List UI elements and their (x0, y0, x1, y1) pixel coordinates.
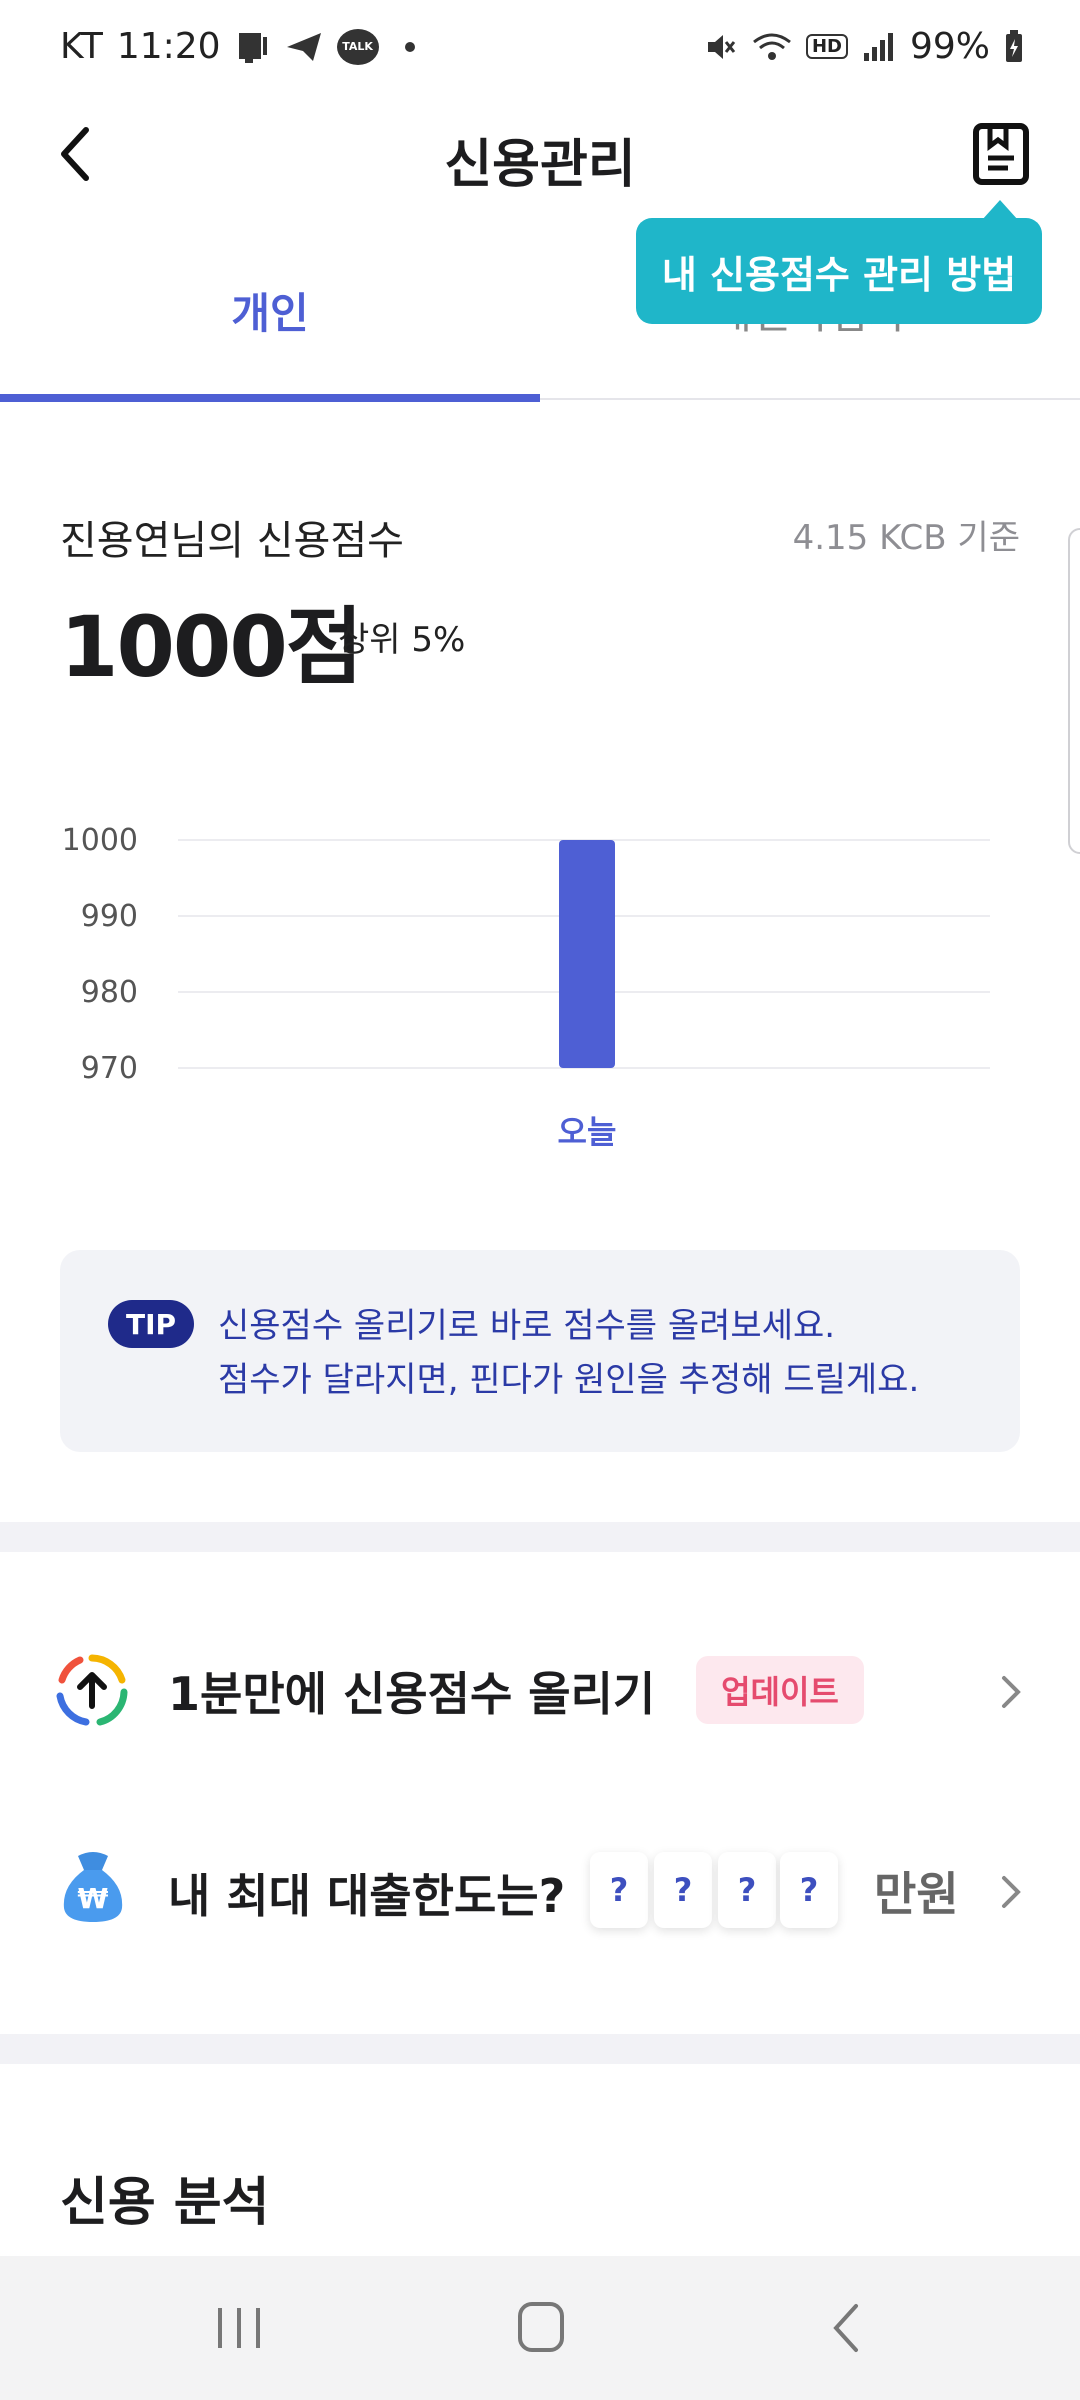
credit-analysis-title: 신용 분석 (60, 2173, 270, 2233)
update-badge: 업데이트 (696, 1656, 864, 1724)
loan-limit-label: 내 최대 대출한도는? (168, 1869, 566, 1923)
tooltip-tail (982, 200, 1018, 220)
signal-icon (862, 31, 896, 63)
section-separator (0, 1522, 1080, 1552)
arrow-up-circle-icon (56, 1654, 128, 1726)
talk-badge-label: TALK (342, 40, 373, 53)
status-right: HD 99% (704, 26, 1024, 67)
page-title: 신용관리 (444, 135, 636, 195)
clock: 11:20 (116, 26, 221, 67)
send-icon (285, 29, 323, 65)
status-left: KT 11:20 TALK (60, 26, 415, 67)
y-tick-label: 980 (81, 975, 138, 1010)
hd-badge-label: HD (811, 36, 842, 57)
guide-button[interactable] (970, 120, 1034, 190)
section-separator (0, 2034, 1080, 2064)
x-tick-label: 오늘 (558, 1113, 617, 1151)
document-icon (973, 123, 1029, 185)
more-dot-icon (404, 41, 415, 52)
svg-text:₩: ₩ (78, 1882, 109, 1915)
score-chart: 1000 990 980 970 오늘 (62, 823, 990, 1151)
guide-tooltip[interactable]: 내 신용점수 관리 방법 (636, 218, 1042, 324)
tip-box (60, 1250, 1020, 1452)
status-bar: KT 11:20 TALK HD 99% (0, 0, 1080, 100)
hidden-digit: ? (590, 1852, 648, 1928)
battery-icon (1004, 29, 1024, 64)
score-basis: 4.15 KCB 기준 (792, 518, 1020, 558)
system-navbar (0, 2256, 1080, 2400)
recent-apps-icon[interactable] (214, 2304, 264, 2352)
score-rank: 상위 5% (338, 620, 466, 660)
hd-icon: HD (805, 34, 848, 59)
tip-line-1: 신용점수 올리기로 바로 점수를 올려보세요. (218, 1306, 836, 1346)
carrier-label: KT (60, 26, 103, 67)
chevron-right-icon (1002, 1876, 1021, 1908)
wifi-icon (752, 30, 792, 64)
battery-percent: 99% (909, 26, 990, 67)
tab-indicator (0, 394, 540, 402)
y-tick-label: 1000 (62, 823, 138, 858)
hidden-digit: ? (718, 1852, 776, 1928)
y-tick-label: 970 (81, 1051, 138, 1086)
loan-unit: 만원 (874, 1867, 959, 1921)
chevron-right-icon (1002, 1676, 1021, 1708)
nav-back-icon[interactable] (826, 2302, 866, 2354)
tab-personal[interactable]: 개인 (0, 280, 540, 341)
kakaotalk-icon: TALK (336, 28, 379, 65)
score-label: 진용연님의 신용점수 (60, 518, 404, 564)
tip-badge: TIP (108, 1300, 194, 1348)
chart-bar (559, 840, 615, 1068)
notification-phone-icon (235, 29, 271, 65)
y-tick-label: 990 (81, 899, 138, 934)
credit-score: 1000점 (60, 598, 363, 696)
hidden-digit: ? (780, 1852, 838, 1928)
money-bag-icon: ₩ (63, 1852, 123, 1922)
tip-line-2: 점수가 달라지면, 핀다가 원인을 추정해 드릴게요. (218, 1360, 920, 1400)
boost-score-label: 1분만에 신용점수 올리기 (168, 1667, 656, 1721)
mute-icon (704, 30, 738, 64)
home-icon[interactable] (516, 2300, 566, 2354)
hidden-digit: ? (654, 1852, 712, 1928)
boost-score-row[interactable]: 1분만에 신용점수 올리기 (0, 1620, 1080, 1760)
